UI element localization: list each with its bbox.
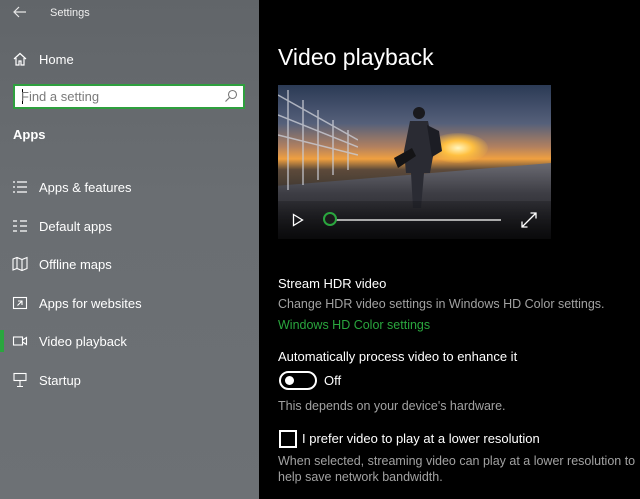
video-progress-track[interactable] <box>330 219 501 221</box>
sidebar-item-label: Video playback <box>39 334 127 350</box>
video-controls <box>278 201 551 239</box>
app-title: Settings <box>50 7 90 19</box>
auto-process-heading: Automatically process video to enhance i… <box>278 349 518 364</box>
title-bar: Settings <box>0 0 259 28</box>
sidebar-nav: Apps & features Default apps Offline map… <box>0 168 259 400</box>
video-player[interactable] <box>278 85 551 239</box>
low-resolution-label[interactable]: I prefer video to play at a lower resolu… <box>302 431 540 446</box>
home-nav-item[interactable]: Home <box>0 46 259 72</box>
sidebar-item-apps-features[interactable]: Apps & features <box>0 168 259 207</box>
back-arrow-icon[interactable] <box>10 5 30 21</box>
search-box[interactable] <box>13 84 245 109</box>
toggle-state-label: Off <box>324 373 342 388</box>
video-person <box>394 107 442 208</box>
low-resolution-description-line1: When selected, streaming video can play … <box>278 454 636 468</box>
hdr-description: Change HDR video settings in Windows HD … <box>278 297 605 311</box>
sidebar-item-label: Offline maps <box>39 257 112 273</box>
search-icon[interactable] <box>224 89 238 103</box>
hd-color-settings-link[interactable]: Windows HD Color settings <box>278 318 430 332</box>
low-resolution-checkbox[interactable] <box>279 430 297 448</box>
sidebar-item-label: Apps & features <box>39 180 132 195</box>
sidebar-item-apps-for-websites[interactable]: Apps for websites <box>0 284 259 323</box>
apps-features-icon <box>13 181 27 193</box>
offline-maps-icon <box>12 256 28 272</box>
hdr-heading: Stream HDR video <box>278 276 387 291</box>
page-title: Video playback <box>278 44 434 70</box>
sidebar: Settings Home Apps Apps & features Defau… <box>0 0 259 499</box>
active-indicator <box>0 330 4 353</box>
low-resolution-description-line2: help save network bandwidth. <box>278 470 443 484</box>
main-content: Video playback Stream HDR video Change H… <box>259 0 640 499</box>
home-icon <box>13 52 27 66</box>
search-input[interactable] <box>21 87 211 106</box>
sidebar-item-startup[interactable]: Startup <box>0 361 259 400</box>
sidebar-item-label: Default apps <box>39 218 112 234</box>
sidebar-item-video-playback[interactable]: Video playback <box>0 322 259 361</box>
video-playback-icon <box>12 336 28 346</box>
play-icon[interactable] <box>292 213 304 227</box>
sidebar-item-offline-maps[interactable]: Offline maps <box>0 245 259 284</box>
video-progress-thumb[interactable] <box>323 212 337 226</box>
toggle-knob <box>285 376 294 385</box>
fullscreen-icon[interactable] <box>521 212 537 228</box>
apps-for-websites-icon <box>12 296 28 309</box>
sidebar-item-label: Startup <box>39 372 81 388</box>
default-apps-icon <box>13 219 27 232</box>
sidebar-item-label: Apps for websites <box>39 295 142 311</box>
auto-process-toggle[interactable] <box>279 371 317 390</box>
video-railing <box>278 90 358 190</box>
home-label: Home <box>39 52 74 67</box>
sidebar-item-default-apps[interactable]: Default apps <box>0 207 259 246</box>
auto-process-note: This depends on your device's hardware. <box>278 399 506 413</box>
section-title: Apps <box>13 127 46 142</box>
startup-icon <box>13 372 27 388</box>
